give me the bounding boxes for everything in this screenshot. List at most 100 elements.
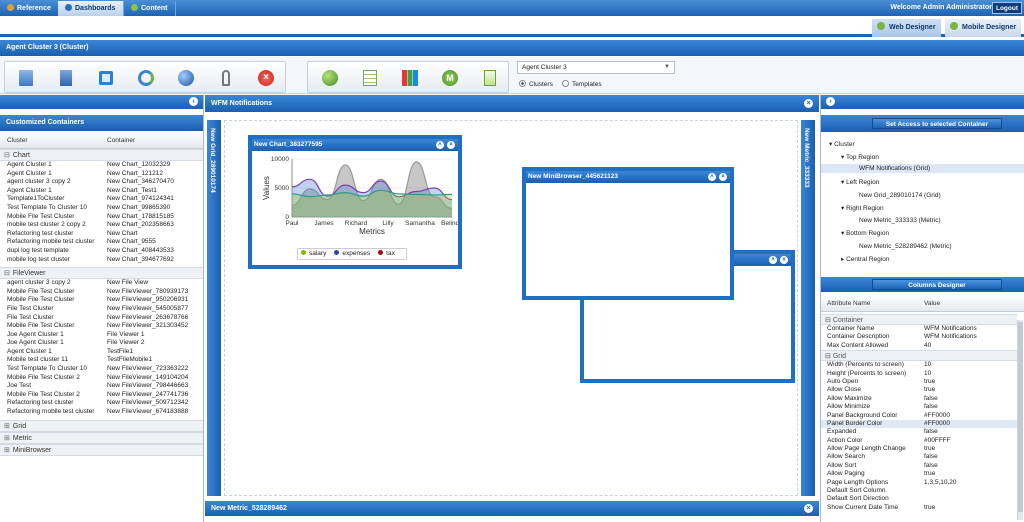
table-row[interactable]: Agent Cluster 1 New Chart_12032329 [0, 161, 203, 170]
close-icon[interactable]: × [780, 256, 788, 264]
chart-window[interactable]: New Chart_383277595 ˄ × 10000 5000 0 Paul Ja… [248, 135, 462, 269]
minimize-icon[interactable]: ˄ [708, 173, 716, 181]
left-region-grid[interactable]: New Grid_289010174 [207, 120, 221, 496]
globe-button[interactable] [174, 66, 198, 90]
attribute-row[interactable]: Allow Minimize false [821, 403, 1017, 411]
attribute-row[interactable]: Allow Page Length Change true [821, 445, 1017, 453]
legend-item-expenses[interactable]: expenses [334, 250, 370, 257]
bottom-region-metric[interactable]: New Metric_528289462 × [205, 501, 819, 516]
table-row[interactable]: Joe Agent Cluster 1 File Viewer 2 [0, 339, 203, 348]
copy-button[interactable] [94, 66, 118, 90]
attribute-row[interactable]: Action Color #00FFFF [821, 437, 1017, 445]
add-grid-button[interactable] [358, 66, 382, 90]
attribute-row[interactable]: Auto Open true [821, 378, 1017, 386]
legend-item-salary[interactable]: salary [301, 250, 326, 257]
tree-node-bottom-child[interactable]: New Metric_528289462 (Metric) [859, 242, 951, 251]
table-row[interactable]: agent cluster 3 copy 2 New File View [0, 279, 203, 288]
collapse-right-icon[interactable]: › [826, 97, 835, 106]
tree-node-top-child[interactable]: WFM Notifications (Grid) [821, 164, 1024, 173]
attribute-row[interactable]: Show Current Date Time true [821, 504, 1017, 512]
attribute-row[interactable]: Allow Close true [821, 386, 1017, 394]
attribute-row[interactable]: Allow Sort false [821, 462, 1017, 470]
columns-designer-button[interactable]: Columns Designer [872, 279, 1002, 290]
minimize-icon[interactable]: ˄ [769, 256, 777, 264]
attribute-row[interactable]: Page Length Options 1,3,5,10,20 [821, 479, 1017, 487]
legend-item-tax[interactable]: tax [378, 250, 395, 257]
table-row[interactable]: Refactoring test cluster New FileViewer_5… [0, 399, 203, 408]
tab-reference[interactable]: Reference [0, 1, 60, 16]
table-row[interactable]: Test Template To Cluster 10 New Chart_998… [0, 204, 203, 213]
document-button[interactable] [54, 66, 78, 90]
tab-dashboards[interactable]: Dashboards [58, 1, 125, 16]
delete-button[interactable]: × [254, 66, 278, 90]
table-row[interactable]: Refactoring mobile test cluster New Chart… [0, 238, 203, 247]
radio-templates[interactable]: Templates [562, 80, 602, 89]
right-region-metric[interactable]: New Metric_333333 [801, 120, 815, 496]
table-row[interactable]: Mobile File Test Cluster 2 New FileViewer… [0, 391, 203, 400]
table-row[interactable]: Template1ToCluster New Chart_974124341 [0, 195, 203, 204]
attr-section-container[interactable]: ⊟ Container [821, 314, 1017, 325]
add-chart-button[interactable] [398, 66, 422, 90]
tree-node-central-region[interactable]: ▸ Central Region [841, 255, 889, 264]
add-fileviewer-button[interactable] [478, 66, 502, 90]
radio-clusters[interactable]: Clusters [519, 80, 553, 89]
minimize-icon[interactable]: ˄ [436, 141, 444, 149]
close-icon[interactable]: × [804, 504, 813, 513]
web-designer-button[interactable]: Web Designer [872, 19, 941, 37]
add-browser-button[interactable] [318, 66, 342, 90]
table-row[interactable]: Mobile File Test Cluster New Chart_178815… [0, 213, 203, 222]
table-row[interactable]: Refactoring test cluster New Chart [0, 230, 203, 239]
tab-content[interactable]: Content [124, 1, 177, 16]
column-value[interactable]: Value [924, 296, 940, 312]
attr-section-grid[interactable]: ⊟ Grid [821, 350, 1017, 362]
collapse-left-icon[interactable]: ‹ [189, 97, 198, 106]
close-icon[interactable]: × [719, 173, 727, 181]
section-minibrowser[interactable]: ⊞ MiniBrowser [0, 443, 203, 456]
attribute-row[interactable]: Height (Percents to screen) 10 [821, 370, 1017, 378]
attribute-row[interactable]: Expanded false [821, 428, 1017, 436]
tree-node-bottom-region[interactable]: ▾ Bottom Region [841, 229, 889, 238]
table-row[interactable]: Joe Agent Cluster 1 File Viewer 1 [0, 331, 203, 340]
tree-node-left-child[interactable]: New Grid_289010174 (Grid) [859, 191, 941, 200]
table-row[interactable]: agent cluster 3 copy 2 New Chart_34627047… [0, 178, 203, 187]
table-row[interactable]: mobile log test cluster New Chart_3946776… [0, 256, 203, 265]
table-row[interactable]: File Test Cluster New FileViewer_54500587… [0, 305, 203, 314]
scrollbar-thumb[interactable] [1018, 322, 1023, 512]
attribute-row[interactable]: Max Content Allowed 40 [821, 342, 1017, 350]
attribute-row[interactable]: Container Name WFM Notifications [821, 325, 1017, 333]
table-row[interactable]: Refactoring mobile test cluster New FileV… [0, 408, 203, 417]
attribute-row[interactable]: Panel Background Color #FF0000 [821, 412, 1017, 420]
table-row[interactable]: Mobile File Test Cluster New FileViewer_3… [0, 322, 203, 331]
table-row[interactable]: Mobile test cluster 11 TestFileMobile1 [0, 356, 203, 365]
section-grid[interactable]: ⊞ Grid [0, 419, 203, 432]
attribute-row[interactable]: Width (Percents to screen) 10 [821, 361, 1017, 369]
close-icon[interactable]: × [804, 99, 813, 108]
attribute-row[interactable]: Panel Border Color #FF0000 [821, 419, 1017, 429]
add-metric-button[interactable]: M [438, 66, 462, 90]
attribute-row[interactable]: Allow Maximize false [821, 395, 1017, 403]
table-row[interactable]: Agent Cluster 1 TestFile1 [0, 348, 203, 357]
minibrowser-window[interactable]: New MiniBrowser_445621123 ˄ × [522, 167, 734, 300]
section-fileviewer[interactable]: ⊟ FileViewer [0, 267, 203, 280]
tree-node-right-region[interactable]: ▾ Right Region [841, 204, 884, 213]
attribute-row[interactable]: Allow Paging true [821, 470, 1017, 478]
tree-node-left-region[interactable]: ▾ Left Region [841, 178, 879, 187]
access-keys-button[interactable] [214, 66, 238, 90]
attribute-row[interactable]: Default Sort Direction [821, 495, 1017, 503]
table-row[interactable]: File Test Cluster New FileViewer_26367876… [0, 314, 203, 323]
table-row[interactable]: Joe Test New FileViewer_798446663 [0, 382, 203, 391]
tree-node-top-region[interactable]: ▾ Top Region [841, 153, 879, 162]
section-chart[interactable]: ⊟ Chart [0, 149, 203, 161]
close-icon[interactable]: × [447, 141, 455, 149]
tree-node-right-child[interactable]: New Metric_333333 (Metric) [859, 216, 941, 225]
table-row[interactable]: mobile test cluster 2 copy 2 New Chart_20… [0, 221, 203, 230]
table-row[interactable]: Mobile File Test Cluster New FileViewer_9… [0, 296, 203, 305]
section-metric[interactable]: ⊞ Metric [0, 431, 203, 444]
tree-node-cluster[interactable]: ▾ Cluster [829, 140, 855, 149]
table-row[interactable]: Mobile File Test Cluster New FileViewer_7… [0, 288, 203, 297]
column-cluster[interactable]: Cluster [7, 133, 28, 149]
cluster-select[interactable]: Agent Cluster 3 ▼ [517, 61, 675, 74]
column-container[interactable]: Container [107, 133, 135, 149]
table-row[interactable]: Agent Cluster 1 New Chart_Test1 [0, 187, 203, 196]
logout-button[interactable]: Logout [991, 2, 1022, 14]
